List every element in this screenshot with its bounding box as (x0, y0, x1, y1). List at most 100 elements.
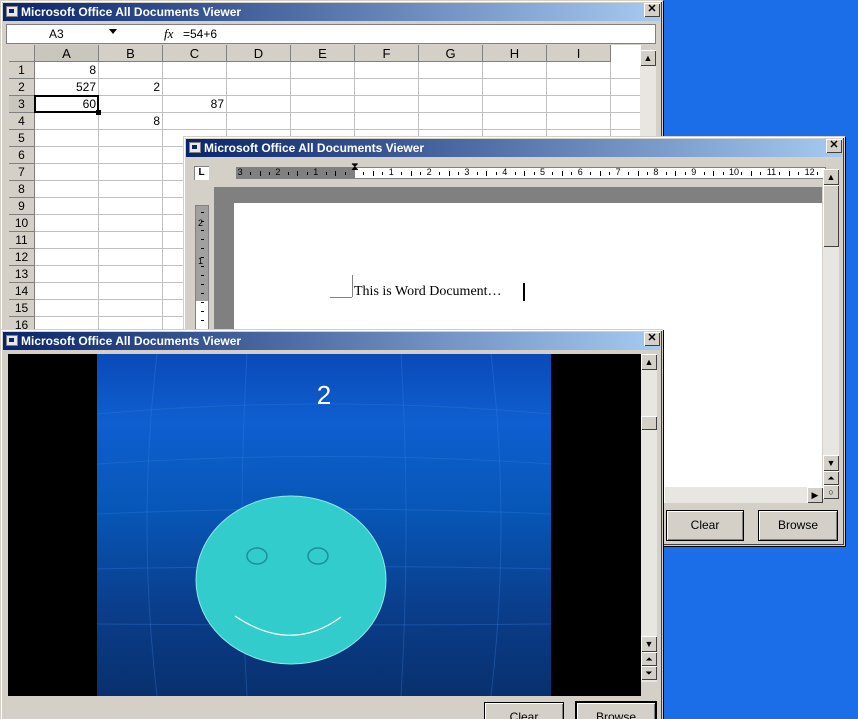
ruler-tick (201, 284, 204, 285)
cell-A1[interactable]: 8 (35, 62, 99, 79)
row-header-6[interactable]: 6 (9, 147, 35, 164)
ruler-tick (201, 293, 204, 294)
ruler-tick (788, 171, 790, 176)
horizontal-ruler[interactable]: ⧗ 3 2 1 1 2 3 4 5 6 7 8 9 10 11 12 (236, 162, 826, 179)
fill-handle[interactable] (96, 110, 101, 115)
column-header-C[interactable]: C (163, 45, 227, 62)
ruler-tick (201, 221, 204, 222)
row-header-7[interactable]: 7 (9, 164, 35, 181)
ruler-tick (760, 172, 762, 175)
select-browse-object-icon[interactable]: ○ (823, 485, 839, 499)
column-header-B[interactable]: B (99, 45, 163, 62)
ruler-number: 2 (426, 167, 432, 177)
browse-button[interactable]: Browse (575, 701, 657, 719)
row-header-10[interactable]: 10 (9, 215, 35, 232)
cell-C3[interactable]: 87 (163, 96, 227, 113)
ruler-tick (703, 172, 705, 175)
ruler-tick (201, 311, 204, 312)
ruler-tick (306, 172, 308, 175)
column-header-F[interactable]: F (355, 45, 419, 62)
vertical-ruler[interactable]: 21 (195, 205, 209, 331)
word-title-bar[interactable]: Microsoft Office All Documents Viewer (186, 139, 842, 157)
row-header-13[interactable]: 13 (9, 266, 35, 283)
ruler-tick (798, 172, 800, 175)
window-title: Microsoft Office All Documents Viewer (204, 141, 425, 155)
row-header-15[interactable]: 15 (9, 300, 35, 317)
row-header-2[interactable]: 2 (9, 79, 35, 96)
cell-A2[interactable]: 527 (35, 79, 99, 96)
previous-slide-icon[interactable]: ⏶ (641, 652, 657, 666)
slide-stage[interactable]: 2 (8, 354, 641, 696)
ruler-tick (363, 172, 365, 175)
ruler-tick (201, 266, 204, 267)
excel-title-bar[interactable]: Microsoft Office All Documents Viewer (3, 3, 660, 21)
ruler-tick (675, 171, 677, 176)
column-header-H[interactable]: H (483, 45, 547, 62)
ruler-number: 2 (198, 218, 204, 228)
ruler-tick (457, 172, 459, 175)
scroll-up-icon[interactable]: ▲ (640, 50, 656, 66)
ruler-number: 5 (540, 167, 546, 177)
scroll-thumb[interactable] (823, 185, 839, 247)
ruler-tick (201, 257, 204, 258)
document-text[interactable]: This is Word Document… (354, 283, 502, 301)
scroll-down-icon[interactable]: ▼ (641, 636, 657, 652)
fx-icon[interactable]: fx (164, 26, 173, 42)
row-header-3[interactable]: 3 (9, 96, 35, 113)
powerpoint-title-bar[interactable]: Microsoft Office All Documents Viewer (3, 332, 660, 350)
row-header-8[interactable]: 8 (9, 181, 35, 198)
ruler-tick (448, 171, 450, 176)
column-header-D[interactable]: D (227, 45, 291, 62)
column-header-G[interactable]: G (419, 45, 483, 62)
ruler-tick (410, 171, 412, 176)
indent-marker-icon[interactable]: ⧗ (351, 162, 359, 173)
scroll-right-icon[interactable]: ▶ (807, 487, 823, 503)
ruler-tick (637, 171, 639, 176)
row-header-1[interactable]: 1 (9, 62, 35, 79)
row-header-12[interactable]: 12 (9, 249, 35, 266)
clear-button[interactable]: Clear (484, 702, 564, 719)
next-slide-icon[interactable]: ⏷ (641, 666, 657, 680)
scroll-up-icon[interactable]: ▲ (641, 354, 657, 370)
column-header-A[interactable]: A (35, 45, 99, 62)
chevron-down-icon[interactable] (109, 29, 117, 34)
ruler-tick (201, 275, 204, 276)
close-button[interactable]: ✕ (644, 3, 660, 17)
powerpoint-vertical-scrollbar[interactable]: ▲ ▼ ⏶ ⏷ (641, 354, 657, 682)
word-horizontal-scrollbar[interactable]: ▶ (665, 487, 823, 503)
column-header-I[interactable]: I (547, 45, 611, 62)
ruler-tick (201, 212, 204, 213)
ruler-tick (524, 171, 526, 176)
scroll-down-icon[interactable]: ▼ (823, 455, 839, 471)
close-button[interactable]: ✕ (826, 139, 842, 153)
previous-page-icon[interactable]: ⏶ (823, 471, 839, 485)
ruler-tick (552, 172, 554, 175)
row-header-11[interactable]: 11 (9, 232, 35, 249)
slide[interactable]: 2 (97, 354, 551, 696)
select-all-corner[interactable] (9, 45, 35, 62)
row-header-5[interactable]: 5 (9, 130, 35, 147)
ruler-tick (259, 171, 261, 176)
clear-button[interactable]: Clear (666, 510, 744, 541)
margin-corner-mark (330, 297, 352, 298)
ruler-number: 3 (237, 167, 243, 177)
ruler-tick (401, 172, 403, 175)
window-title: Microsoft Office All Documents Viewer (21, 5, 242, 19)
browse-button[interactable]: Browse (758, 510, 838, 541)
scroll-thumb[interactable] (641, 416, 657, 430)
formula-input[interactable]: =54+6 (183, 26, 217, 42)
row-header-9[interactable]: 9 (9, 198, 35, 215)
ruler-tick (779, 172, 781, 175)
ruler-tick (599, 171, 601, 176)
row-header-14[interactable]: 14 (9, 283, 35, 300)
word-vertical-scrollbar[interactable]: ▲ ▼ ⏶ ○ (823, 169, 839, 499)
cell-B2[interactable]: 2 (99, 79, 163, 96)
ruler-tick (382, 172, 384, 175)
column-header-E[interactable]: E (291, 45, 355, 62)
close-button[interactable]: ✕ (644, 332, 660, 346)
tab-selector[interactable]: L (194, 166, 209, 180)
row-header-4[interactable]: 4 (9, 113, 35, 130)
cell-B4[interactable]: 8 (99, 113, 163, 130)
name-box[interactable]: A3 (9, 26, 124, 42)
scroll-up-icon[interactable]: ▲ (823, 169, 839, 185)
